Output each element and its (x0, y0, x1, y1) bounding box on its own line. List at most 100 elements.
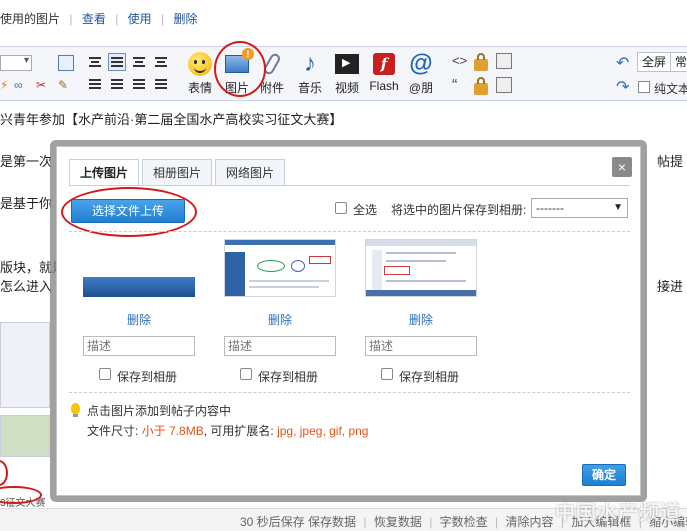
tip-text: 点击图片添加到帖子内容中 (87, 404, 232, 418)
annotation-circle (61, 187, 197, 237)
link-icon[interactable]: ⚡ (0, 77, 8, 93)
save-to-album-checkbox[interactable] (240, 368, 252, 380)
outdent-icon[interactable] (108, 75, 126, 93)
background-color-icon[interactable] (58, 55, 74, 71)
page-break-icon[interactable] (496, 77, 512, 93)
save-to-album-text: 保存到相册 (399, 370, 460, 384)
used-images-label: 使用的图片 (0, 12, 61, 26)
editor-text-line: 怎么进入 (0, 279, 53, 294)
align-justify-icon[interactable] (108, 53, 126, 71)
mention-label: @朋 (408, 81, 434, 95)
align-center-icon[interactable] (130, 53, 148, 71)
annotation-circle (0, 460, 8, 486)
common-button[interactable]: 常用 (670, 52, 687, 72)
plain-text-checkbox[interactable] (638, 81, 650, 93)
video-label: 视频 (334, 81, 359, 95)
unlink-icon[interactable]: ✂ (36, 77, 46, 93)
image-description-input[interactable] (224, 336, 336, 356)
embedded-photo (0, 415, 50, 457)
save-to-album-checkbox[interactable] (381, 368, 393, 380)
editor-text-line: 帖提 (657, 154, 684, 169)
save-to-album-option: 保存到相册 (83, 368, 195, 384)
view-link[interactable]: 查看 (82, 12, 106, 26)
album-select[interactable]: ------- (531, 198, 628, 218)
extensions-label: , 可用扩展名: (203, 424, 274, 438)
lock-icon[interactable] (474, 77, 488, 95)
image-description-input[interactable] (365, 336, 477, 356)
image-upload-dialog: × 上传图片 相册图片 网络图片 选择文件上传 全选 将选中的图片保存到相册: … (56, 146, 641, 496)
ordered-list-icon[interactable] (130, 75, 148, 93)
music-tool[interactable]: ♪ 音乐 (292, 51, 328, 96)
confirm-button[interactable]: 确定 (582, 464, 626, 486)
delete-link[interactable]: 删除 (173, 12, 197, 26)
save-to-album-checkbox[interactable] (99, 368, 111, 380)
extensions-value: jpg, jpeg, gif, png (277, 424, 369, 438)
dashed-divider (69, 231, 630, 232)
file-size-label: 文件尺寸: (87, 424, 139, 438)
unordered-list-icon[interactable] (152, 75, 170, 93)
tabs-divider (69, 185, 630, 186)
uploaded-image-item: 删除 保存到相册 (83, 239, 195, 384)
use-link[interactable]: 使用 (128, 12, 152, 26)
quote-icon[interactable]: “ (452, 77, 457, 95)
font-size-select[interactable] (0, 55, 32, 71)
editor-toolbar: ⚡ ∞ ✂ ✎ 表情 图片 附件 ♪ 音乐 视频 f Flash @ @朋 <>… (0, 41, 687, 101)
flash-icon: f (373, 53, 395, 75)
lightbulb-icon (71, 403, 80, 417)
delete-image-link[interactable]: 删除 (224, 311, 336, 328)
undo-icon[interactable]: ↶ (616, 53, 629, 73)
image-description-input[interactable] (83, 336, 195, 356)
restore-data-link[interactable]: 恢复数据 (374, 515, 422, 529)
format-painter-icon[interactable]: ✎ (58, 77, 68, 93)
separator: | (161, 12, 165, 26)
flash-label: Flash (369, 79, 399, 93)
indent-icon[interactable] (86, 75, 104, 93)
image-thumbnail[interactable] (83, 239, 195, 297)
dashed-divider (69, 392, 630, 393)
table-icon[interactable] (496, 53, 512, 69)
image-thumbnail[interactable] (365, 239, 477, 297)
plain-text-label: 纯文本 (654, 82, 687, 96)
close-button[interactable]: × (612, 157, 632, 177)
delete-image-link[interactable]: 删除 (365, 311, 477, 328)
align-left-icon[interactable] (86, 53, 104, 71)
close-icon: × (617, 159, 627, 175)
autosave-text[interactable]: 30 秒后保存 保存数据 (240, 515, 356, 529)
code-icon[interactable]: <> (452, 53, 467, 68)
separator: | (69, 12, 73, 26)
mention-tool[interactable]: @ @朋 (403, 51, 439, 96)
word-check-link[interactable]: 字数检查 (440, 515, 488, 529)
tab-web-images[interactable]: 网络图片 (215, 159, 286, 185)
tab-upload-image[interactable]: 上传图片 (69, 159, 140, 186)
emoji-label: 表情 (187, 81, 212, 95)
uploaded-image-item: 删除 保存到相册 (365, 239, 477, 384)
file-size-info: 文件尺寸: 小于 7.8MB, 可用扩展名: jpg, jpeg, gif, p… (87, 422, 368, 439)
align-right-icon[interactable] (152, 53, 170, 71)
image-actions-bar: 使用的图片 | 查看 | 使用 | 删除 (0, 0, 687, 34)
separator: | (115, 12, 119, 26)
hide-content-icon[interactable] (474, 53, 488, 71)
tab-album-images[interactable]: 相册图片 (142, 159, 213, 185)
redo-icon[interactable]: ↷ (616, 77, 629, 97)
music-label: 音乐 (297, 81, 322, 95)
delete-image-link[interactable]: 删除 (83, 311, 195, 328)
video-icon (335, 54, 359, 74)
select-all-label: 全选 (353, 203, 378, 217)
video-tool[interactable]: 视频 (329, 51, 365, 96)
save-to-album-option: 保存到相册 (365, 368, 477, 384)
dialog-tabs: 上传图片 相册图片 网络图片 (69, 159, 288, 186)
save-to-album-option: 保存到相册 (224, 368, 336, 384)
editor-text-line: 是基于你 (0, 196, 53, 211)
editor-text-line: 接进 (657, 279, 684, 294)
clear-content-link[interactable]: 清除内容 (506, 515, 554, 529)
fullscreen-button[interactable]: 全屏 (637, 52, 672, 72)
image-thumbnail[interactable] (224, 239, 336, 297)
editor-text-line: 兴青年参加【水产前沿·第二届全国水产高校实习征文大赛】 (0, 112, 343, 127)
editor-text-line: 是第一次 (0, 154, 53, 169)
select-all-checkbox[interactable] (335, 202, 347, 214)
file-size-value: 小于 7.8MB (141, 424, 204, 438)
flash-tool[interactable]: f Flash (366, 51, 402, 93)
insert-link-icon[interactable]: ∞ (14, 77, 23, 93)
at-icon: @ (409, 50, 433, 77)
emoji-tool[interactable]: 表情 (182, 51, 218, 96)
